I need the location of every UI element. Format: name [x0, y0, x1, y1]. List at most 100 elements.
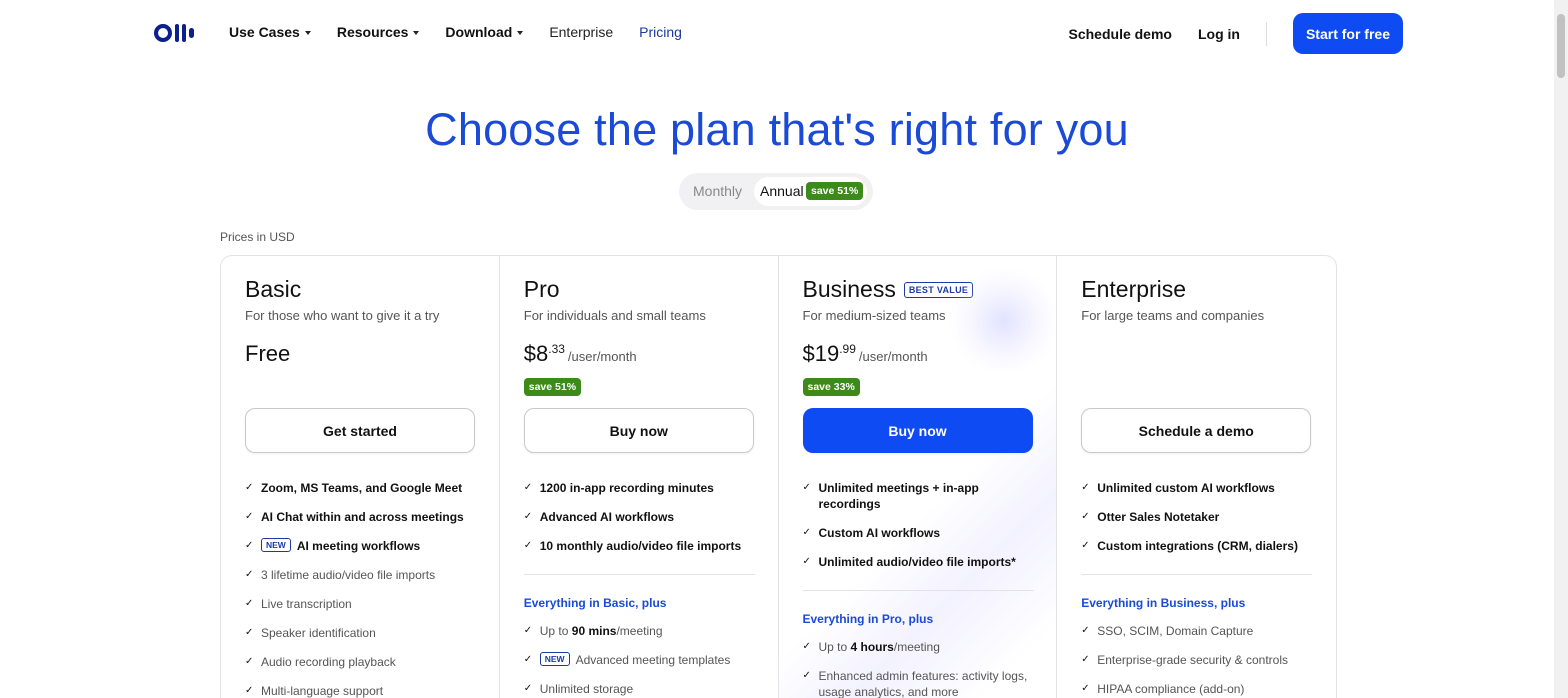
- check-icon: ✓: [523, 625, 533, 636]
- check-icon: ✓: [523, 683, 533, 694]
- check-icon: ✓: [245, 685, 254, 696]
- new-tag: NEW: [539, 652, 570, 666]
- billing-toggle[interactable]: Monthly Annual save 51%: [679, 173, 873, 210]
- annual-save-badge: save 51%: [806, 182, 864, 200]
- plan-description: For those who want to give it a try: [245, 308, 440, 323]
- plan-description: For large teams and companies: [1081, 308, 1265, 323]
- feature-item: ✓ Audio recording playback: [245, 655, 396, 669]
- check-icon: ✓: [802, 527, 811, 538]
- feature-item: ✓ Custom AI workflows: [802, 526, 941, 540]
- feature-divider: [802, 590, 1034, 591]
- plus-heading: Everything in Pro, plus: [802, 612, 934, 626]
- feature-item: ✓ 10 monthly audio/video file imports: [523, 539, 742, 553]
- decorative-glow: [948, 266, 1059, 376]
- check-icon: ✓: [1081, 625, 1090, 636]
- plan-description: For individuals and small teams: [523, 308, 706, 323]
- nav-links: Use Cases Resources Download Enterprise …: [229, 24, 708, 40]
- check-icon: ✓: [245, 482, 254, 493]
- feature-list: ✓ Unlimited meetings + in-app recordings …: [802, 480, 1038, 698]
- feature-item: ✓ Advanced AI workflows: [523, 510, 674, 524]
- feature-item: ✓ Up to 4 hours/meeting: [802, 640, 940, 654]
- feature-item: ✓ Unlimited meetings + in-app recordings: [802, 481, 979, 511]
- check-icon: ✓: [245, 656, 254, 667]
- otter-logo[interactable]: [154, 24, 194, 42]
- feature-divider: [1081, 574, 1313, 575]
- check-icon: ✓: [1081, 654, 1090, 665]
- toggle-annual-label: Annual: [760, 183, 804, 199]
- plus-heading: Everything in Business, plus: [1081, 596, 1246, 610]
- feature-item: ✓ HIPAA compliance (add-on): [1081, 682, 1245, 696]
- feature-list: ✓ Unlimited custom AI workflows ✓ Otter Sa…: [1081, 480, 1316, 698]
- buy-now-button-business[interactable]: Buy now: [802, 408, 1033, 453]
- check-icon: ✓: [245, 569, 254, 580]
- save-badge: save 51%: [523, 378, 582, 396]
- check-icon: ✓: [245, 511, 254, 522]
- pricing-cards: Basic For those who want to give it a tr…: [220, 255, 1337, 698]
- top-nav: Use Cases Resources Download Enterprise …: [0, 0, 1568, 66]
- page-title: Choose the plan that's right for you: [425, 104, 1129, 155]
- check-icon: ✓: [802, 482, 811, 493]
- check-icon: ✓: [802, 670, 811, 681]
- buy-now-button-pro[interactable]: Buy now: [523, 408, 754, 453]
- plan-price: Free: [245, 341, 291, 366]
- scrollbar-track[interactable]: [1554, 0, 1568, 698]
- nav-download[interactable]: Download: [445, 24, 524, 40]
- toggle-annual[interactable]: Annual save 51%: [754, 177, 867, 206]
- get-started-button[interactable]: Get started: [245, 408, 475, 453]
- feature-item: ✓ NEW AI meeting workflows: [245, 538, 421, 553]
- nav-resources[interactable]: Resources: [337, 24, 420, 40]
- check-icon: ✓: [523, 482, 533, 493]
- check-icon: ✓: [523, 654, 533, 665]
- scrollbar-thumb[interactable]: [1557, 14, 1565, 78]
- check-icon: ✓: [1081, 482, 1090, 493]
- feature-item: ✓ Unlimited custom AI workflows: [1081, 481, 1275, 495]
- feature-item: ✓ Enhanced admin features: activity logs,…: [802, 669, 1028, 698]
- check-icon: ✓: [1081, 683, 1090, 694]
- feature-item: ✓ Live transcription: [245, 597, 352, 611]
- plan-name: Enterprise: [1081, 276, 1187, 302]
- schedule-demo-button[interactable]: Schedule a demo: [1081, 408, 1312, 453]
- caret-down-icon: [413, 30, 420, 35]
- plan-card-basic: Basic For those who want to give it a tr…: [221, 256, 500, 698]
- check-icon: ✓: [245, 627, 254, 638]
- plan-price: $8 .33 /user/month: [523, 341, 637, 366]
- check-icon: ✓: [802, 556, 811, 567]
- nav-divider: [1265, 21, 1267, 46]
- feature-item: ✓ NEW Advanced meeting templates: [523, 652, 731, 667]
- feature-item: ✓ Custom integrations (CRM, dialers): [1081, 539, 1298, 553]
- plan-name: Pro: [523, 276, 560, 302]
- feature-list: ✓ Zoom, MS Teams, and Google Meet ✓ AI Cha…: [245, 480, 480, 698]
- caret-down-icon: [304, 30, 311, 35]
- check-icon: ✓: [245, 598, 254, 609]
- nav-use-cases[interactable]: Use Cases: [229, 24, 311, 40]
- feature-item: ✓ AI Chat within and across meetings: [245, 510, 464, 524]
- feature-item: ✓ SSO, SCIM, Domain Capture: [1081, 624, 1254, 638]
- check-icon: ✓: [1081, 540, 1090, 551]
- start-free-button[interactable]: Start for free: [1292, 13, 1403, 54]
- feature-item: ✓ 1200 in-app recording minutes: [523, 481, 714, 495]
- feature-item: ✓ Unlimited audio/video file imports*: [802, 555, 1016, 569]
- feature-item: ✓ Speaker identification: [245, 626, 376, 640]
- feature-item: ✓ Unlimited storage: [523, 682, 634, 696]
- plan-card-pro: Pro For individuals and small teams $8 .…: [500, 256, 779, 698]
- plan-name: Basic: [245, 276, 302, 302]
- feature-item: ✓ Up to 90 mins/meeting: [523, 624, 663, 638]
- nav-enterprise[interactable]: Enterprise: [549, 24, 613, 40]
- plan-card-business: Business BEST VALUE For medium-sized team…: [778, 256, 1059, 698]
- toggle-monthly[interactable]: Monthly: [693, 183, 742, 199]
- check-icon: ✓: [523, 540, 533, 551]
- feature-item: ✓ Multi-language support: [245, 684, 384, 698]
- check-icon: ✓: [802, 641, 811, 652]
- schedule-demo-link[interactable]: Schedule demo: [1069, 26, 1172, 42]
- nav-pricing[interactable]: Pricing: [639, 24, 682, 40]
- check-icon: ✓: [523, 511, 533, 522]
- feature-item: ✓ Otter Sales Notetaker: [1081, 510, 1220, 524]
- plan-card-enterprise: Enterprise For large teams and companies…: [1057, 256, 1336, 698]
- login-link[interactable]: Log in: [1198, 26, 1240, 42]
- feature-item: ✓ Zoom, MS Teams, and Google Meet: [245, 481, 463, 495]
- logo-ring-icon: [154, 24, 172, 42]
- caret-down-icon: [517, 30, 524, 35]
- currency-note: Prices in USD: [220, 230, 295, 244]
- nav-actions: Schedule demo Log in Start for free: [1069, 13, 1403, 54]
- feature-divider: [523, 574, 755, 575]
